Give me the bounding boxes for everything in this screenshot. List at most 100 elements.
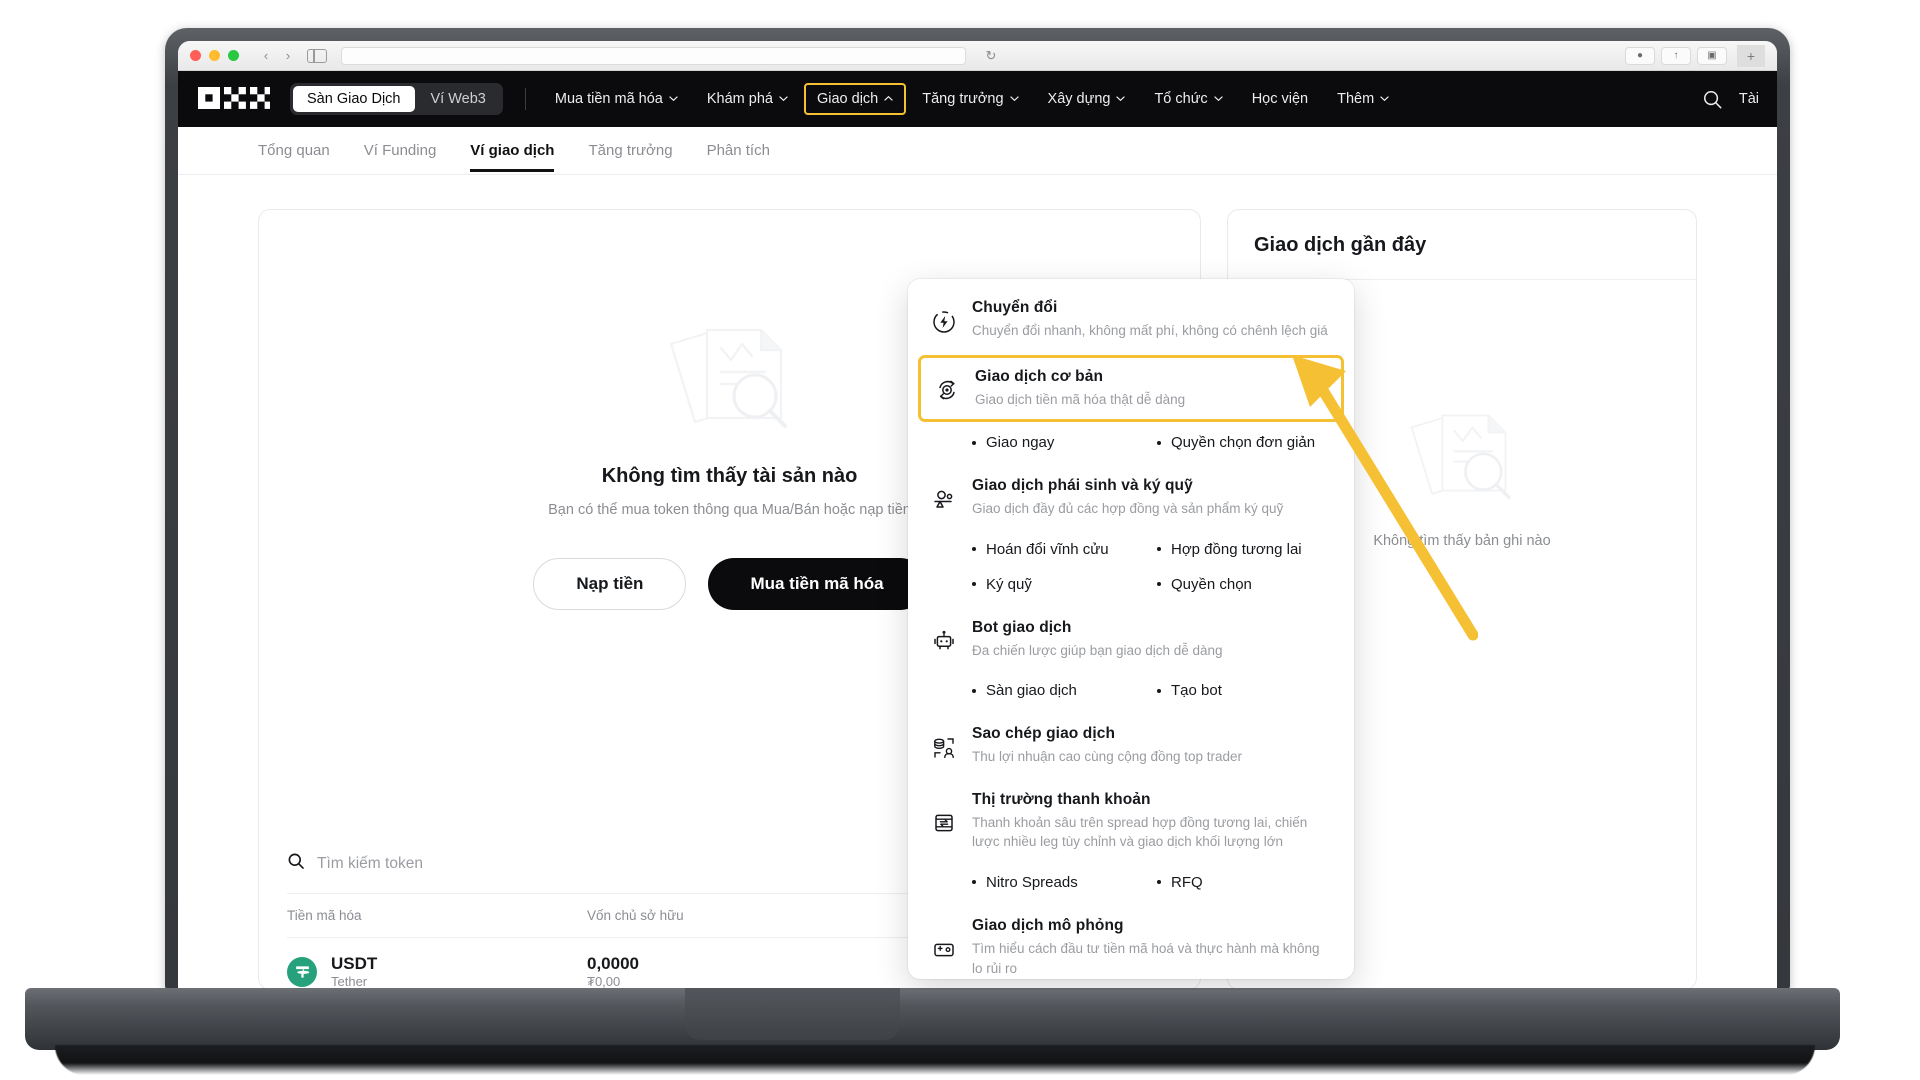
menu-item-title: Sao chép giao dịch — [972, 725, 1116, 743]
sublink-label: Quyền chọn — [1171, 575, 1252, 593]
menu-item-description: Thanh khoản sâu trên spread hợp đồng tươ… — [972, 814, 1308, 850]
nav-label: Xây dựng — [1047, 91, 1111, 107]
sublink-label: Giao ngay — [986, 434, 1055, 452]
nav-item-trade[interactable]: Giao dịch — [803, 83, 907, 115]
bullet-icon — [1157, 582, 1161, 587]
sublink-perpetual-swap[interactable]: Hoán đổi vĩnh cửu — [972, 541, 1147, 558]
nav-item-explore[interactable]: Khám phá — [694, 81, 801, 117]
nav-item-growth[interactable]: Tăng trưởng — [909, 81, 1031, 117]
search-icon[interactable] — [1702, 89, 1723, 110]
chevron-down-icon — [669, 94, 678, 103]
laptop-base-shadow — [55, 1045, 1815, 1075]
new-tab-button[interactable]: + — [1737, 44, 1765, 67]
menu-item-trading-bot[interactable]: Bot giao dịch Đa chiến lược giúp bạn gia… — [908, 607, 1354, 673]
chevron-down-icon — [1116, 94, 1126, 103]
sublink-label: Quyền chọn đơn giản — [1171, 434, 1316, 452]
product-switcher[interactable]: Sàn Giao Dịch Ví Web3 — [290, 83, 503, 115]
bullet-icon — [1157, 440, 1161, 445]
header-divider — [524, 88, 526, 110]
token-search-input[interactable]: Tìm kiếm token — [317, 855, 423, 873]
subnav-item-funding-wallet[interactable]: Ví Funding — [364, 130, 437, 172]
chevron-down-icon — [1380, 94, 1389, 103]
menu-item-demo-trading[interactable]: Giao dịch mô phỏng Tìm hiểu cách đầu tư … — [908, 905, 1354, 979]
bullet-icon — [972, 880, 976, 885]
sublink-options[interactable]: Quyền chọn — [1157, 576, 1332, 593]
menu-item-convert[interactable]: Chuyển đổi Chuyển đổi nhanh, không mất p… — [908, 287, 1354, 353]
sidebar-toggle-icon[interactable] — [307, 48, 327, 63]
sublink-bot-marketplace[interactable]: Sàn giao dịch — [972, 682, 1147, 699]
nav-label: Thêm — [1337, 91, 1375, 107]
browser-right-actions: ● ↑ ▣ + — [1625, 44, 1765, 67]
sublink-create-bot[interactable]: Tạo bot — [1157, 682, 1332, 699]
header-actions: Tài — [1702, 89, 1763, 110]
okx-logo[interactable] — [198, 87, 270, 111]
browser-toolbar: ‹ › ↻ ● ↑ ▣ + — [178, 41, 1777, 71]
convert-icon — [930, 299, 958, 341]
menu-item-title: Giao dịch phái sinh và ký quỹ — [972, 477, 1193, 495]
menu-sublinks-trading-bot: Sàn giao dịch Tạo bot — [908, 672, 1354, 713]
subnav-item-analysis[interactable]: Phân tích — [707, 130, 770, 172]
screenshot-stage: ‹ › ↻ ● ↑ ▣ + Sàn Giao Dịch Ví Web3 Mua … — [0, 0, 1920, 1080]
sublink-margin[interactable]: Ký quỹ — [972, 576, 1147, 593]
maximize-window-button[interactable] — [228, 50, 239, 61]
sublink-futures[interactable]: Hợp đồng tương lai — [1157, 541, 1332, 558]
bullet-icon — [1157, 880, 1161, 885]
nav-item-more[interactable]: Thêm — [1324, 81, 1402, 117]
segment-web3-wallet[interactable]: Ví Web3 — [417, 86, 500, 112]
menu-item-liquidity-marketplace[interactable]: Thị trường thanh khoản Thanh khoản sâu t… — [908, 779, 1354, 864]
account-menu[interactable]: Tài — [1739, 91, 1759, 107]
menu-item-copy-trading[interactable]: Sao chép giao dịch Thu lợi nhuận cao cùn… — [908, 713, 1354, 779]
sublink-simple-options[interactable]: Quyền chọn đơn giản — [1157, 434, 1332, 451]
sublink-spot[interactable]: Giao ngay — [972, 434, 1147, 451]
recent-trades-title: Giao dịch gần đây — [1228, 210, 1696, 280]
chevron-up-icon — [884, 94, 893, 103]
window-traffic-lights[interactable] — [190, 50, 239, 61]
menu-item-title: Bot giao dịch — [972, 618, 1072, 636]
share-icon[interactable]: ↑ — [1661, 46, 1691, 65]
bullet-icon — [972, 440, 976, 445]
minimize-window-button[interactable] — [209, 50, 220, 61]
menu-item-description: Thu lợi nhuận cao cùng cộng đồng top tra… — [972, 749, 1243, 765]
bullet-icon — [1157, 547, 1161, 552]
nav-item-academy[interactable]: Học viện — [1239, 81, 1321, 117]
equity-amount: 0,0000 — [587, 954, 639, 974]
wallet-subnav: Tổng quan Ví Funding Ví giao dịch Tăng t… — [178, 127, 1777, 175]
laptop-screen: ‹ › ↻ ● ↑ ▣ + Sàn Giao Dịch Ví Web3 Mua … — [178, 41, 1777, 990]
subnav-item-growth[interactable]: Tăng trưởng — [588, 130, 672, 172]
menu-item-basic-trading[interactable]: Giao dịch cơ bản Giao dịch tiền mã hóa t… — [918, 354, 1344, 423]
downloads-icon[interactable]: ● — [1625, 46, 1655, 65]
reload-icon[interactable]: ↻ — [980, 47, 1002, 65]
main-navigation: Mua tiền mã hóa Khám phá Giao dịch Tăng … — [542, 81, 1402, 117]
column-header-crypto: Tiền mã hóa — [287, 908, 362, 924]
tabs-overview-icon[interactable]: ▣ — [1697, 46, 1727, 65]
bullet-icon — [972, 582, 976, 587]
basic-trade-icon — [933, 368, 961, 410]
menu-item-title: Giao dịch mô phỏng — [972, 916, 1124, 934]
nav-item-buy-crypto[interactable]: Mua tiền mã hóa — [542, 81, 691, 117]
segment-exchange[interactable]: Sàn Giao Dịch — [293, 86, 415, 112]
sublink-label: RFQ — [1171, 873, 1203, 891]
subnav-item-overview[interactable]: Tổng quan — [258, 130, 330, 172]
address-bar[interactable] — [341, 46, 966, 65]
menu-item-description: Đa chiến lược giúp bạn giao dịch dễ dàng — [972, 642, 1223, 658]
menu-sublinks-derivatives: Hoán đổi vĩnh cửu Hợp đồng tương lai Ký … — [908, 531, 1354, 607]
menu-item-description: Chuyển đổi nhanh, không mất phí, không c… — [972, 323, 1328, 338]
back-icon[interactable]: ‹ — [255, 47, 277, 65]
sublink-rfq[interactable]: RFQ — [1157, 874, 1332, 891]
page-body: Không tìm thấy tài sản nào Bạn có thể mu… — [178, 175, 1777, 990]
sublink-label: Hợp đồng tương lai — [1171, 540, 1302, 558]
bullet-icon — [1157, 688, 1161, 693]
forward-icon[interactable]: › — [277, 47, 299, 65]
subnav-item-trading-wallet[interactable]: Ví giao dịch — [470, 130, 555, 172]
laptop-base — [25, 988, 1920, 1075]
nav-label: Tăng trưởng — [922, 91, 1004, 107]
nav-item-institutions[interactable]: Tổ chức — [1141, 81, 1235, 117]
buy-crypto-button[interactable]: Mua tiền mã hóa — [708, 558, 926, 610]
menu-item-derivatives[interactable]: Giao dịch phái sinh và ký quỹ Giao dịch … — [908, 465, 1354, 531]
nav-item-build[interactable]: Xây dựng — [1035, 81, 1139, 117]
menu-sublinks-basic-trading: Giao ngay Quyền chọn đơn giản — [908, 424, 1354, 465]
sublink-nitro-spreads[interactable]: Nitro Spreads — [972, 874, 1147, 891]
sublink-label: Ký quỹ — [986, 575, 1032, 593]
close-window-button[interactable] — [190, 50, 201, 61]
deposit-button[interactable]: Nạp tiền — [533, 558, 687, 610]
